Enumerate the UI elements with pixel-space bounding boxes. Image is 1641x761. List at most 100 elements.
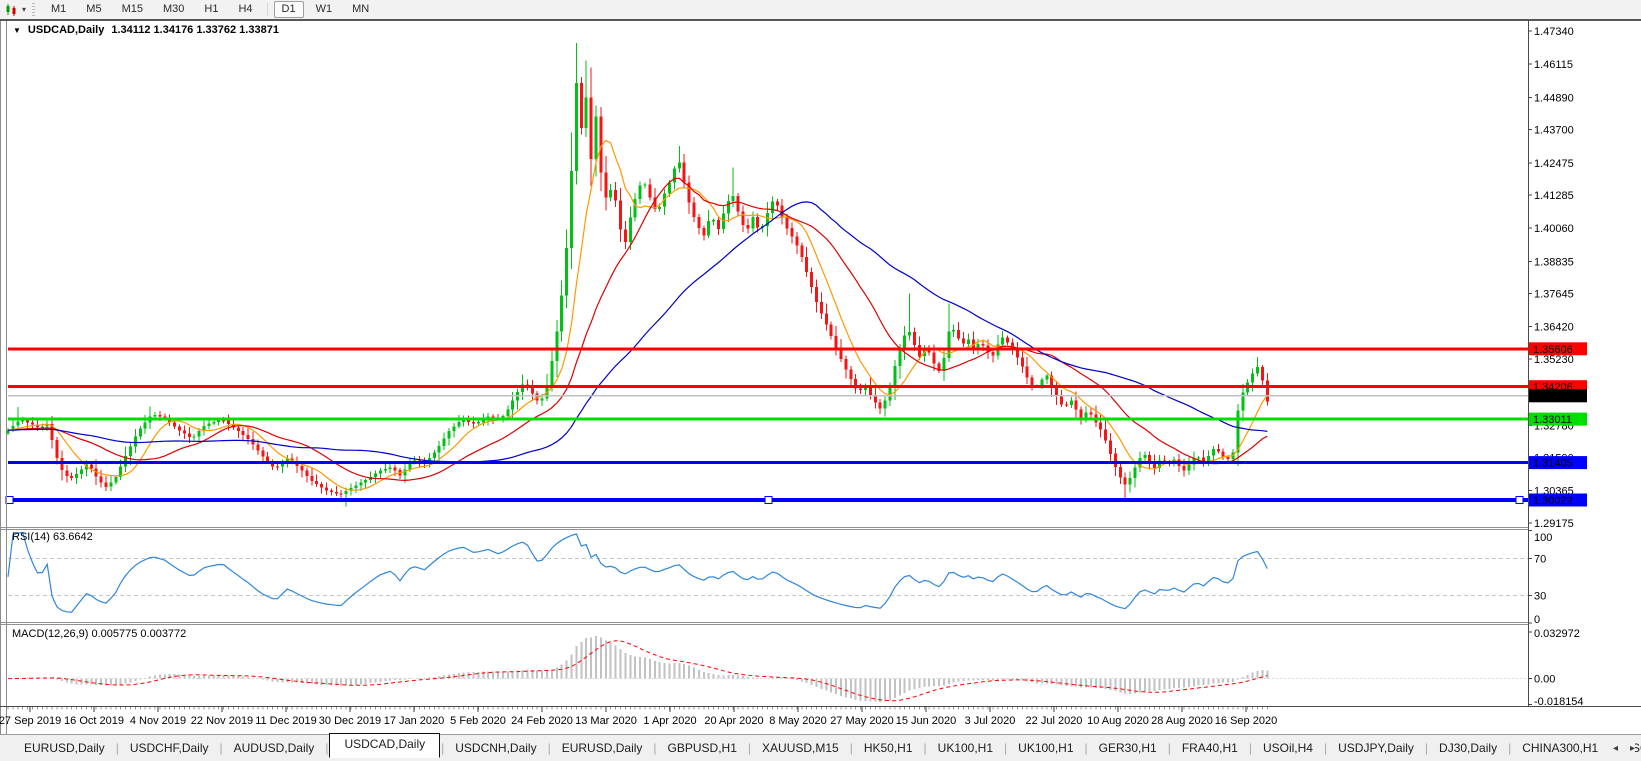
one-click-arrow-icon[interactable]: ▼ — [13, 25, 21, 36]
svg-text:-0.018154: -0.018154 — [1534, 696, 1584, 708]
selection-handle — [1516, 497, 1523, 504]
svg-text:16 Oct 2019: 16 Oct 2019 — [64, 715, 124, 727]
chart-tab-hk50-h1[interactable]: HK50,H1 — [854, 738, 923, 758]
chevron-down-icon[interactable]: ▾ — [22, 2, 26, 17]
chart-frame — [0, 0, 1641, 761]
rsi-indicator-label: RSI(14) 63.6642 — [12, 531, 93, 543]
timeframe-buttons: M1M5 M15M30H1H4 D1W1MN — [43, 1, 381, 18]
svg-text:22 Nov 2019: 22 Nov 2019 — [191, 715, 253, 727]
svg-text:4 Nov 2019: 4 Nov 2019 — [130, 715, 186, 727]
svg-text:3 Jul 2020: 3 Jul 2020 — [965, 715, 1016, 727]
chart-tab-ger30-h1[interactable]: GER30,H1 — [1089, 738, 1167, 758]
svg-text:27 Sep 2019: 27 Sep 2019 — [0, 715, 61, 727]
svg-text:1.35606: 1.35606 — [1533, 344, 1573, 356]
svg-text:1.46115: 1.46115 — [1534, 59, 1573, 71]
svg-text:1.31405: 1.31405 — [1533, 458, 1573, 470]
svg-text:28 Aug 2020: 28 Aug 2020 — [1151, 715, 1213, 727]
chart-tab-dj30-daily[interactable]: DJ30,Daily — [1429, 738, 1507, 758]
moving-average-50 — [8, 202, 1267, 462]
chart-type-tool-icon[interactable] — [3, 2, 21, 17]
chart-tab-eurusd-daily[interactable]: EURUSD,Daily — [552, 738, 653, 758]
toolbar-grip[interactable] — [32, 3, 35, 16]
svg-text:27 May 2020: 27 May 2020 — [830, 715, 894, 727]
chart-tab-gbpusd-h1[interactable]: GBPUSD,H1 — [658, 738, 747, 758]
timeframe-button-h1[interactable]: H1 — [196, 1, 226, 18]
chart-tab-china300-h1[interactable]: CHINA300,H1 — [1512, 738, 1608, 758]
svg-text:30: 30 — [1534, 590, 1546, 602]
svg-text:10 Aug 2020: 10 Aug 2020 — [1087, 715, 1149, 727]
chart-tab-eurusd-daily[interactable]: EURUSD,Daily — [14, 738, 115, 758]
svg-text:1.30022: 1.30022 — [1533, 495, 1573, 507]
svg-text:30 Dec 2019: 30 Dec 2019 — [319, 715, 381, 727]
svg-text:0.00: 0.00 — [1534, 674, 1555, 686]
chart-tab-uk100-h1[interactable]: UK100,H1 — [928, 738, 1003, 758]
svg-text:17 Jan 2020: 17 Jan 2020 — [384, 715, 445, 727]
chart-tab-usdcnh-daily[interactable]: USDCNH,Daily — [445, 738, 546, 758]
svg-text:1.41285: 1.41285 — [1534, 190, 1574, 202]
svg-text:15 Jun 2020: 15 Jun 2020 — [896, 715, 957, 727]
hline-1.30022[interactable] — [6, 497, 1528, 504]
chart-tab-audusd-daily[interactable]: AUDUSD,Daily — [224, 738, 325, 758]
price-tag-1.30022: 1.30022 — [1529, 494, 1587, 508]
moving-average-22 — [8, 178, 1267, 480]
chart-tab-fra40-h1[interactable]: FRA40,H1 — [1172, 738, 1248, 758]
candlesticks[interactable] — [7, 43, 1269, 507]
svg-text:22 Jul 2020: 22 Jul 2020 — [1026, 715, 1083, 727]
chart-tab-xauusd-m15[interactable]: XAUUSD,M15 — [752, 738, 849, 758]
chart-tab-uk100-h1[interactable]: UK100,H1 — [1008, 738, 1083, 758]
svg-text:13 Mar 2020: 13 Mar 2020 — [575, 715, 637, 727]
svg-text:1 Apr 2020: 1 Apr 2020 — [643, 715, 696, 727]
timeframe-button-m30[interactable]: M30 — [155, 1, 192, 18]
chart-symbol-label[interactable]: ▼ USDCAD,Daily 1.34112 1.34176 1.33762 1… — [13, 24, 279, 36]
tab-scroll-left-icon[interactable]: ◂ — [1613, 743, 1618, 754]
selection-handle — [6, 497, 13, 504]
svg-text:8 May 2020: 8 May 2020 — [769, 715, 826, 727]
chart-tab-usoil-h4[interactable]: USOil,H4 — [1253, 738, 1323, 758]
timeframe-button-d1[interactable]: D1 — [274, 1, 304, 18]
macd-indicator-label: MACD(12,26,9) 0.005775 0.003772 — [12, 628, 186, 640]
timeframe-button-h4[interactable]: H4 — [230, 1, 260, 18]
tab-scroll-right-icon[interactable]: ▸ — [1630, 743, 1635, 754]
timeframe-button-w1[interactable]: W1 — [308, 1, 341, 18]
timeframe-button-m5[interactable]: M5 — [78, 1, 109, 18]
rsi-line — [8, 533, 1267, 613]
macd-panel[interactable] — [8, 636, 1528, 702]
chart-tab-usdcad-daily[interactable]: USDCAD,Daily — [329, 733, 440, 758]
chart-tab-usdjpy-daily[interactable]: USDJPY,Daily — [1328, 738, 1424, 758]
svg-text:20 Apr 2020: 20 Apr 2020 — [704, 715, 763, 727]
svg-text:1.44890: 1.44890 — [1534, 92, 1574, 104]
svg-text:5 Feb 2020: 5 Feb 2020 — [450, 715, 506, 727]
svg-text:70: 70 — [1534, 553, 1546, 565]
mt4-window: ▾ M1M5 M15M30H1H4 D1W1MN 1.473401.461151.4… — [0, 0, 1641, 761]
svg-text:1.33011: 1.33011 — [1533, 414, 1572, 426]
toolbar-separator — [267, 3, 268, 16]
timeframe-button-m15[interactable]: M15 — [114, 1, 151, 18]
price-tag-1.31405: 1.31405 — [1529, 456, 1587, 470]
svg-text:16 Sep 2020: 16 Sep 2020 — [1215, 715, 1277, 727]
chart-tabs: EURUSD,Daily|USDCHF,Daily|AUDUSD,Daily|U… — [14, 737, 1641, 759]
chart-tab-usdchf-daily[interactable]: USDCHF,Daily — [120, 738, 219, 758]
svg-text:1.37645: 1.37645 — [1534, 289, 1574, 301]
symbol-name: USDCAD,Daily — [28, 24, 104, 36]
macd-histogram — [8, 636, 1267, 702]
selection-handle — [765, 497, 772, 504]
svg-text:1.42475: 1.42475 — [1534, 158, 1574, 170]
tab-scroll-controls: ◂ ▸ — [1605, 735, 1635, 761]
chart-canvas[interactable]: 1.473401.461151.448901.437001.424751.412… — [0, 0, 1641, 761]
svg-text:11 Dec 2019: 11 Dec 2019 — [255, 715, 317, 727]
timeframe-toolbar: ▾ M1M5 M15M30H1H4 D1W1MN — [0, 0, 1641, 21]
svg-text:1.29175: 1.29175 — [1534, 518, 1574, 530]
rsi-panel[interactable] — [8, 533, 1528, 613]
svg-text:1.36420: 1.36420 — [1534, 322, 1574, 334]
svg-text:100: 100 — [1534, 532, 1552, 544]
moving-average-8 — [8, 141, 1267, 491]
macd-signal-line — [8, 641, 1267, 701]
timeframe-button-mn[interactable]: MN — [344, 1, 377, 18]
price-tag-1.33871: 1.33871 — [1529, 389, 1587, 403]
svg-text:1.43700: 1.43700 — [1534, 125, 1574, 137]
symbol-ohlc: 1.34112 1.34176 1.33762 1.33871 — [111, 24, 279, 36]
svg-text:1.33871: 1.33871 — [1533, 391, 1573, 403]
timeframe-button-m1[interactable]: M1 — [43, 1, 74, 18]
svg-text:0.032972: 0.032972 — [1534, 628, 1580, 640]
chart-tabbar: EURUSD,Daily|USDCHF,Daily|AUDUSD,Daily|U… — [0, 734, 1641, 761]
